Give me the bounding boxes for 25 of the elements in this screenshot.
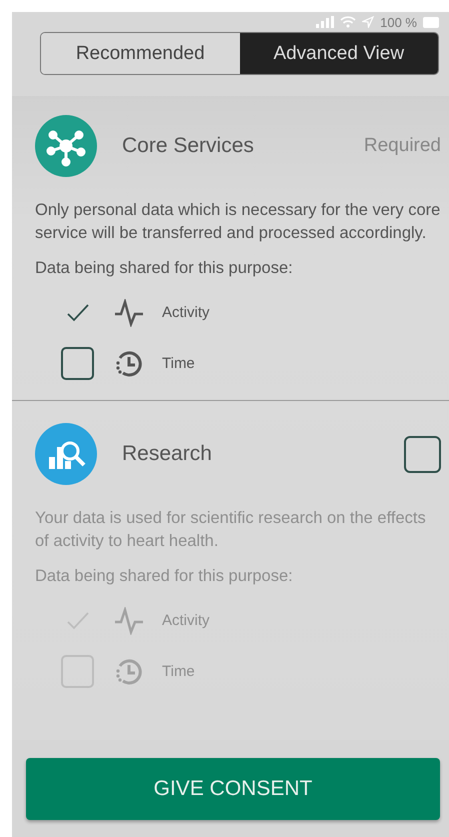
pulse-icon xyxy=(114,606,144,634)
required-label: Required xyxy=(364,135,441,157)
shared-data-label: Data being shared for this purpose: xyxy=(35,567,294,586)
purpose-description: Your data is used for scientific research on the effects of activity to heart health. xyxy=(35,508,427,552)
give-consent-button[interactable]: GIVE CONSENT xyxy=(26,758,440,820)
shared-data-label: Data being shared for this purpose: xyxy=(35,259,294,278)
data-checkbox[interactable] xyxy=(61,347,94,380)
signal-icon xyxy=(316,16,334,28)
data-item-label: Time xyxy=(162,663,195,680)
history-icon xyxy=(114,656,144,686)
purpose-checkbox[interactable] xyxy=(404,436,441,472)
purpose-description: Only personal data which is necessary for the very core service will be transferred and processed accordingly. xyxy=(35,200,441,244)
data-item-label: Activity xyxy=(162,304,210,321)
battery-icon xyxy=(423,16,439,28)
data-item-label: Time xyxy=(162,355,195,372)
battery-percentage: 100 % xyxy=(380,14,417,30)
purpose-title: Core Services xyxy=(122,134,255,158)
view-tab[interactable]: Advanced View xyxy=(240,33,438,74)
data-item-label: Activity xyxy=(162,612,210,629)
data-checkbox[interactable] xyxy=(61,655,94,688)
pulse-icon xyxy=(114,298,144,326)
purpose-title: Research xyxy=(122,442,213,466)
location-arrow-icon xyxy=(362,16,374,28)
wifi-icon xyxy=(340,16,356,28)
history-icon xyxy=(114,348,144,378)
